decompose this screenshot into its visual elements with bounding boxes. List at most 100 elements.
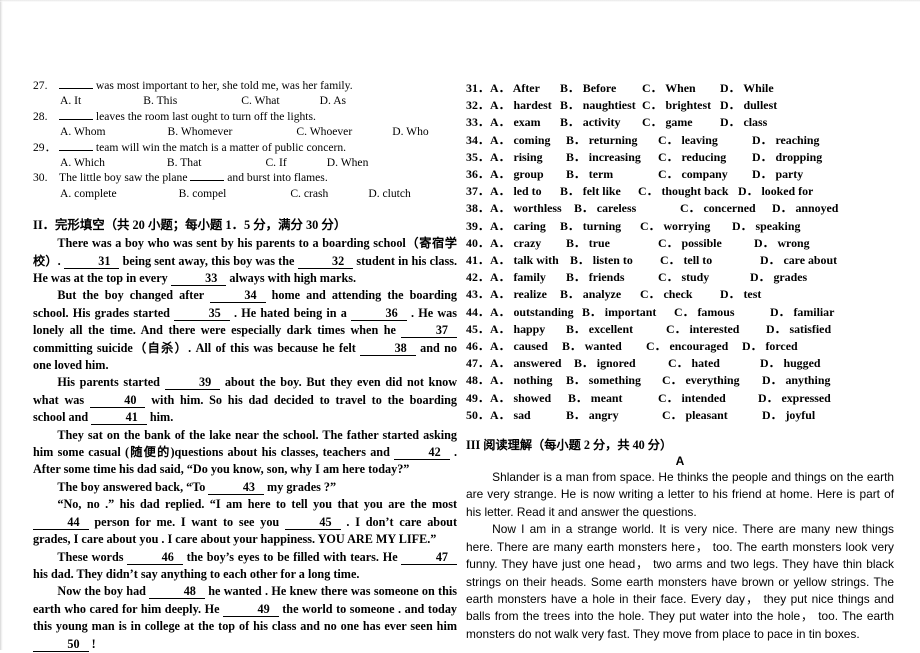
grammar-option[interactable]: B. That bbox=[167, 155, 202, 171]
cloze-option[interactable]: A． talk with bbox=[490, 252, 570, 269]
grammar-option[interactable]: C. If bbox=[265, 155, 286, 171]
cloze-option[interactable]: A． hardest bbox=[490, 97, 560, 114]
grammar-option[interactable]: C. Whoever bbox=[296, 124, 352, 140]
cloze-blank-31[interactable]: 31 bbox=[63, 254, 120, 269]
cloze-option[interactable]: B． turning bbox=[560, 218, 640, 235]
cloze-blank-50[interactable]: 50 bbox=[33, 637, 89, 652]
cloze-option[interactable]: A． exam bbox=[490, 114, 560, 131]
cloze-option[interactable]: C． famous bbox=[674, 304, 770, 321]
answer-blank[interactable] bbox=[190, 170, 225, 182]
cloze-option[interactable]: A． rising bbox=[490, 149, 566, 166]
answer-blank[interactable] bbox=[59, 109, 93, 120]
cloze-option[interactable]: B． listen to bbox=[570, 252, 660, 269]
cloze-option[interactable]: C． hated bbox=[668, 355, 760, 372]
grammar-option[interactable]: A. Which bbox=[60, 155, 105, 171]
cloze-option[interactable]: C． encouraged bbox=[646, 338, 742, 355]
grammar-option[interactable]: B. Whomever bbox=[168, 124, 233, 140]
cloze-blank-46[interactable]: 46 bbox=[127, 550, 183, 565]
cloze-option[interactable]: D． care about bbox=[760, 252, 837, 269]
cloze-option[interactable]: B． wanted bbox=[562, 338, 646, 355]
cloze-option[interactable]: A． coming bbox=[490, 132, 566, 149]
cloze-option[interactable]: B． returning bbox=[566, 132, 658, 149]
cloze-option[interactable]: B． friends bbox=[566, 269, 658, 286]
cloze-blank-42[interactable]: 42 bbox=[394, 446, 450, 461]
cloze-blank-44[interactable]: 44 bbox=[33, 515, 89, 530]
cloze-option[interactable]: A． caused bbox=[490, 338, 562, 355]
cloze-option[interactable]: A． group bbox=[490, 166, 566, 183]
grammar-option[interactable]: B. compel bbox=[179, 186, 227, 202]
cloze-option[interactable]: B． increasing bbox=[566, 149, 658, 166]
cloze-option[interactable]: B． meant bbox=[568, 390, 658, 407]
cloze-blank-49[interactable]: 49 bbox=[223, 602, 279, 617]
cloze-blank-35[interactable]: 35 bbox=[174, 306, 230, 321]
cloze-option[interactable]: D． dropping bbox=[752, 149, 822, 166]
cloze-option[interactable]: A． nothing bbox=[490, 372, 566, 389]
answer-blank[interactable] bbox=[59, 140, 93, 151]
cloze-option[interactable]: B． activity bbox=[560, 114, 642, 131]
cloze-blank-38[interactable]: 38 bbox=[360, 341, 416, 356]
cloze-option[interactable]: D． anything bbox=[762, 372, 830, 389]
cloze-option[interactable]: D． wrong bbox=[754, 235, 810, 252]
cloze-blank-40[interactable]: 40 bbox=[89, 393, 146, 408]
cloze-option[interactable]: B． analyze bbox=[560, 286, 640, 303]
cloze-option[interactable]: A． family bbox=[490, 269, 566, 286]
grammar-option[interactable]: C. crash bbox=[290, 186, 328, 202]
cloze-option[interactable]: C． possible bbox=[658, 235, 754, 252]
cloze-blank-39[interactable]: 39 bbox=[164, 376, 221, 391]
cloze-option[interactable]: A． happy bbox=[490, 321, 566, 338]
cloze-option[interactable]: C． company bbox=[658, 166, 752, 183]
cloze-option[interactable]: C． thought back bbox=[638, 183, 738, 200]
cloze-option[interactable]: C． When bbox=[642, 80, 720, 97]
cloze-option[interactable]: B． term bbox=[566, 166, 658, 183]
cloze-option[interactable]: D． joyful bbox=[762, 407, 815, 424]
cloze-option[interactable]: A． realize bbox=[490, 286, 560, 303]
cloze-blank-48[interactable]: 48 bbox=[149, 585, 205, 600]
cloze-option[interactable]: C． pleasant bbox=[662, 407, 762, 424]
cloze-option[interactable]: D． forced bbox=[742, 338, 798, 355]
cloze-option[interactable]: C． worrying bbox=[640, 218, 732, 235]
cloze-option[interactable]: B． naughtiest bbox=[560, 97, 642, 114]
cloze-option[interactable]: D． familiar bbox=[770, 304, 834, 321]
cloze-option[interactable]: D． reaching bbox=[752, 132, 820, 149]
cloze-option[interactable]: D． looked for bbox=[738, 183, 813, 200]
cloze-option[interactable]: D． hugged bbox=[760, 355, 820, 372]
cloze-option[interactable]: B． important bbox=[582, 304, 674, 321]
cloze-option[interactable]: C． game bbox=[642, 114, 720, 131]
cloze-option[interactable]: C． tell to bbox=[660, 252, 760, 269]
cloze-option[interactable]: D． satisfied bbox=[766, 321, 831, 338]
cloze-option[interactable]: D． class bbox=[720, 114, 767, 131]
cloze-option[interactable]: A． crazy bbox=[490, 235, 566, 252]
cloze-option[interactable]: A． led to bbox=[490, 183, 560, 200]
cloze-blank-37[interactable]: 37 bbox=[401, 324, 458, 339]
cloze-option[interactable]: D． speaking bbox=[732, 218, 800, 235]
cloze-option[interactable]: D． party bbox=[752, 166, 803, 183]
cloze-option[interactable]: C． interested bbox=[666, 321, 766, 338]
cloze-option[interactable]: D． expressed bbox=[758, 390, 831, 407]
grammar-option[interactable]: D. Who bbox=[392, 124, 429, 140]
cloze-blank-45[interactable]: 45 bbox=[285, 515, 341, 530]
cloze-option[interactable]: A． sad bbox=[490, 407, 566, 424]
grammar-option[interactable]: B. This bbox=[143, 93, 177, 109]
cloze-option[interactable]: A． After bbox=[490, 80, 560, 97]
cloze-option[interactable]: D． grades bbox=[750, 269, 807, 286]
cloze-option[interactable]: C． brightest bbox=[642, 97, 720, 114]
cloze-option[interactable]: D． While bbox=[720, 80, 774, 97]
cloze-option[interactable]: B． something bbox=[566, 372, 662, 389]
cloze-option[interactable]: B． excellent bbox=[566, 321, 666, 338]
cloze-blank-41[interactable]: 41 bbox=[91, 411, 147, 426]
cloze-option[interactable]: C． concerned bbox=[680, 200, 772, 217]
grammar-option[interactable]: A. complete bbox=[60, 186, 117, 202]
grammar-option[interactable]: A. Whom bbox=[60, 124, 106, 140]
cloze-blank-33[interactable]: 33 bbox=[170, 272, 227, 286]
cloze-option[interactable]: C． everything bbox=[662, 372, 762, 389]
grammar-option[interactable]: D. clutch bbox=[368, 186, 411, 202]
cloze-option[interactable]: A． worthless bbox=[490, 200, 574, 217]
grammar-option[interactable]: C. What bbox=[241, 93, 279, 109]
cloze-option[interactable]: C． study bbox=[658, 269, 750, 286]
answer-blank[interactable] bbox=[59, 78, 93, 89]
cloze-option[interactable]: B． felt like bbox=[560, 183, 638, 200]
cloze-blank-34[interactable]: 34 bbox=[210, 289, 266, 304]
cloze-option[interactable]: A． answered bbox=[490, 355, 574, 372]
cloze-option[interactable]: A． caring bbox=[490, 218, 560, 235]
cloze-blank-47[interactable]: 47 bbox=[401, 550, 458, 565]
